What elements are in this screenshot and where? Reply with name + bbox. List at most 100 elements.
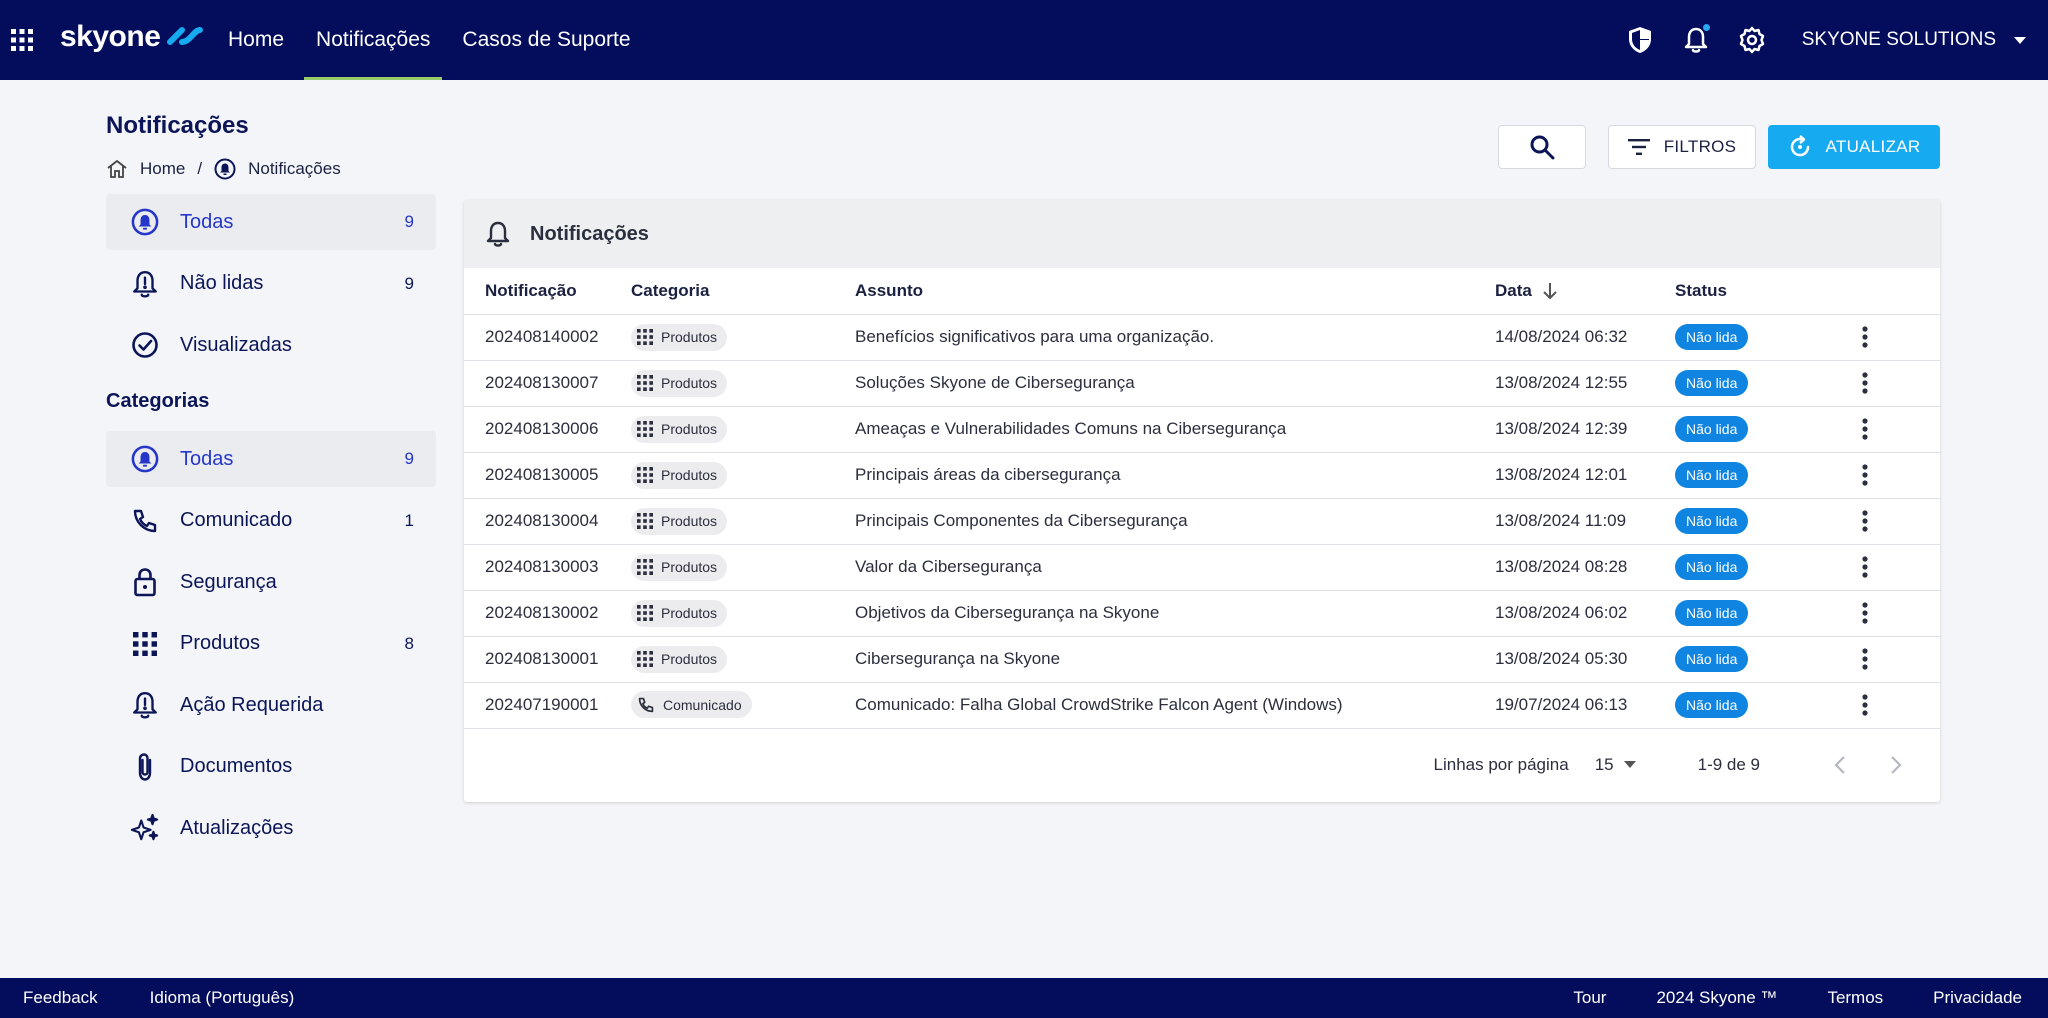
column-header-categoria[interactable]: Categoria (631, 268, 855, 315)
cell-actions (1845, 360, 1940, 407)
row-menu-button[interactable] (1845, 556, 1885, 578)
nav-casos-de-suporte[interactable]: Casos de Suporte (450, 0, 642, 80)
footer-feedback-link[interactable]: Feedback (23, 988, 98, 1008)
sidebar-item-documentos[interactable]: Documentos (106, 739, 436, 795)
table-row[interactable]: 202408130004 Produtos Principais Component… (464, 498, 1940, 545)
footer-privacy-link[interactable]: Privacidade (1933, 988, 2022, 1008)
cell-subject: Objetivos da Cibersegurança na Skyone (855, 590, 1495, 637)
column-header-data-label: Data (1495, 280, 1532, 300)
cell-notification-id: 202408130003 (464, 544, 631, 591)
apps-grid-icon[interactable] (0, 18, 44, 62)
sidebar-item-seguranca[interactable]: Segurança (106, 554, 436, 610)
table-row[interactable]: 202408130006 Produtos Ameaças e Vulnerabil… (464, 406, 1940, 453)
notifications-table: Notificação Categoria Assunto Data Statu… (464, 268, 1940, 729)
cell-notification-id: 202408130007 (464, 360, 631, 407)
table-row[interactable]: 202408130001 Produtos Cibersegurança na Sk… (464, 636, 1940, 683)
filter-icon (1627, 139, 1650, 155)
cell-subject: Principais áreas da cibersegurança (855, 452, 1495, 499)
search-button[interactable] (1498, 125, 1586, 169)
category-chip-label: Produtos (661, 467, 718, 483)
previous-page-button[interactable] (1820, 745, 1860, 785)
row-menu-button[interactable] (1845, 510, 1885, 532)
more-vertical-icon (1862, 418, 1868, 440)
cell-category: Produtos (631, 636, 855, 683)
row-menu-button[interactable] (1845, 372, 1885, 394)
sidebar-item-atualizacoes[interactable]: Atualizações (106, 800, 436, 856)
table-row[interactable]: 202408130003 Produtos Valor da Cibersegura… (464, 544, 1940, 591)
refresh-button-label: ATUALIZAR (1825, 137, 1921, 156)
row-menu-button[interactable] (1845, 326, 1885, 348)
sidebar-item-nao-lidas[interactable]: Não lidas 9 (106, 256, 436, 312)
more-vertical-icon (1862, 694, 1868, 716)
cell-actions (1845, 544, 1940, 591)
category-chip: Produtos (631, 599, 728, 627)
breadcrumb-home[interactable]: Home (106, 159, 185, 179)
refresh-button[interactable]: ATUALIZAR (1768, 125, 1940, 169)
more-vertical-icon (1862, 510, 1868, 532)
cell-status: Não lida (1675, 452, 1845, 499)
row-menu-button[interactable] (1845, 602, 1885, 624)
column-header-actions (1845, 268, 1940, 315)
card-header: Notificações (464, 200, 1940, 268)
top-bar: skyone Home Notificações Casos de Suport… (0, 0, 2048, 80)
skyone-logo[interactable]: skyone (60, 20, 204, 54)
settings-gear-icon[interactable] (1732, 20, 1772, 60)
status-badge: Não lida (1675, 324, 1749, 350)
nav-home[interactable]: Home (216, 0, 296, 80)
table-row[interactable]: 202408130007 Produtos Soluções Skyone de C… (464, 360, 1940, 407)
grid-icon (637, 467, 653, 483)
column-header-data[interactable]: Data (1495, 268, 1675, 315)
filter-button[interactable]: FILTROS (1608, 125, 1756, 169)
sidebar-item-label: Todas (180, 447, 234, 470)
nav-notificacoes[interactable]: Notificações (304, 0, 443, 80)
sidebar-item-produtos[interactable]: Produtos 8 (106, 616, 436, 672)
more-vertical-icon (1862, 648, 1868, 670)
row-menu-button[interactable] (1845, 648, 1885, 670)
home-icon (107, 159, 127, 178)
rows-per-page-select[interactable]: 15 (1595, 755, 1636, 775)
table-row[interactable]: 202408130002 Produtos Objetivos da Ciberse… (464, 590, 1940, 637)
cell-category: Comunicado (631, 682, 855, 729)
pagination-range: 1-9 de 9 (1697, 754, 1760, 774)
row-menu-button[interactable] (1845, 694, 1885, 716)
breadcrumb-current-label: Notificações (248, 159, 341, 178)
cell-status: Não lida (1675, 636, 1845, 683)
cell-notification-id: 202408130002 (464, 590, 631, 637)
column-header-status[interactable]: Status (1675, 268, 1845, 315)
table-row[interactable]: 202407190001 Comunicado Comunicado: Falha … (464, 682, 1940, 729)
row-menu-button[interactable] (1845, 464, 1885, 486)
footer-language-link[interactable]: Idioma (Português) (150, 988, 295, 1008)
status-badge: Não lida (1675, 600, 1749, 626)
footer-terms-link[interactable]: Termos (1827, 988, 1883, 1008)
sidebar-item-categoria-todas[interactable]: Todas 9 (106, 431, 436, 487)
table-header-row: Notificação Categoria Assunto Data Statu… (464, 268, 1940, 315)
shield-icon[interactable] (1620, 20, 1660, 60)
sidebar-item-acao-requerida[interactable]: Ação Requerida (106, 677, 436, 733)
company-selector[interactable]: SKYONE SOLUTIONS (1802, 29, 2026, 51)
chevron-left-icon (1834, 755, 1845, 774)
sidebar-item-visualizadas[interactable]: Visualizadas (106, 317, 436, 373)
grid-icon (637, 513, 653, 529)
sidebar-item-todas[interactable]: Todas 9 (106, 194, 436, 250)
notifications-bell-icon[interactable] (1676, 20, 1716, 60)
cell-category: Produtos (631, 498, 855, 545)
sidebar-item-label: Atualizações (180, 816, 294, 839)
sidebar-item-comunicado[interactable]: Comunicado 1 (106, 493, 436, 549)
status-badge: Não lida (1675, 370, 1749, 396)
cell-subject: Cibersegurança na Skyone (855, 636, 1495, 683)
cell-subject: Ameaças e Vulnerabilidades Comuns na Cib… (855, 406, 1495, 453)
row-menu-button[interactable] (1845, 418, 1885, 440)
cell-date: 13/08/2024 11:09 (1495, 498, 1675, 545)
footer-tour-link[interactable]: Tour (1573, 988, 1606, 1008)
column-header-notificacao[interactable]: Notificação (464, 268, 631, 315)
more-vertical-icon (1862, 556, 1868, 578)
category-chip: Produtos (631, 415, 728, 443)
bell-circle-icon (214, 158, 236, 180)
next-page-button[interactable] (1876, 745, 1916, 785)
cell-actions (1845, 590, 1940, 637)
page-title: Notificações (106, 112, 249, 139)
column-header-assunto[interactable]: Assunto (855, 268, 1495, 315)
grid-icon (637, 421, 653, 437)
table-row[interactable]: 202408140002 Produtos Benefícios significa… (464, 314, 1940, 361)
table-row[interactable]: 202408130005 Produtos Principais áreas da … (464, 452, 1940, 499)
